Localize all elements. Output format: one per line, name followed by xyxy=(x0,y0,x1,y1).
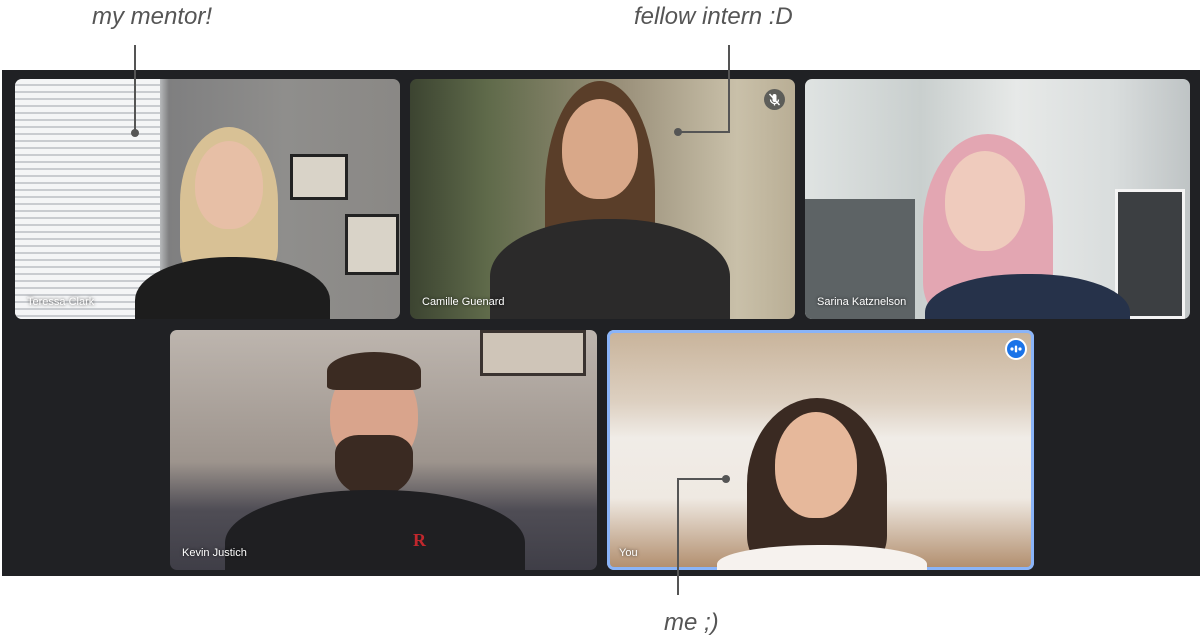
annotation-dot xyxy=(131,129,139,137)
participant-name: Kevin Justich xyxy=(182,547,247,559)
participant-name: Sarina Katznelson xyxy=(817,296,907,308)
annotation-mentor: my mentor! xyxy=(92,3,213,30)
annotation-connector xyxy=(677,478,725,480)
annotation-dot xyxy=(674,128,682,136)
participant-tile-camille[interactable]: Camille Guenard xyxy=(410,79,795,319)
annotation-dot xyxy=(722,475,730,483)
participant-tile-kevin[interactable]: R Kevin Justich xyxy=(170,330,597,570)
wall-frame xyxy=(290,154,348,200)
annotation-connector xyxy=(681,131,730,133)
annotation-connector xyxy=(677,478,679,595)
audio-levels-icon xyxy=(1005,338,1027,360)
participant-tile-teressa[interactable]: Teressa Clark xyxy=(15,79,400,319)
participant-name: You xyxy=(619,547,638,559)
mic-off-icon xyxy=(764,89,785,110)
annotation-intern: fellow intern :D xyxy=(634,3,793,30)
participant-tile-self[interactable]: You xyxy=(607,330,1034,570)
annotation-me: me ;) xyxy=(664,609,719,636)
participant-name: Teressa Clark xyxy=(27,296,95,308)
annotation-connector xyxy=(728,45,730,133)
closet xyxy=(1115,189,1185,319)
wall-frame xyxy=(345,214,399,275)
wall-frame xyxy=(480,330,586,376)
video-call-grid: Teressa Clark Camille Guenard Sarina Kat xyxy=(2,70,1200,576)
annotation-connector xyxy=(134,45,136,133)
participant-tile-sarina[interactable]: Sarina Katznelson xyxy=(805,79,1190,319)
participant-name: Camille Guenard xyxy=(422,296,505,308)
window-blinds xyxy=(15,79,160,319)
